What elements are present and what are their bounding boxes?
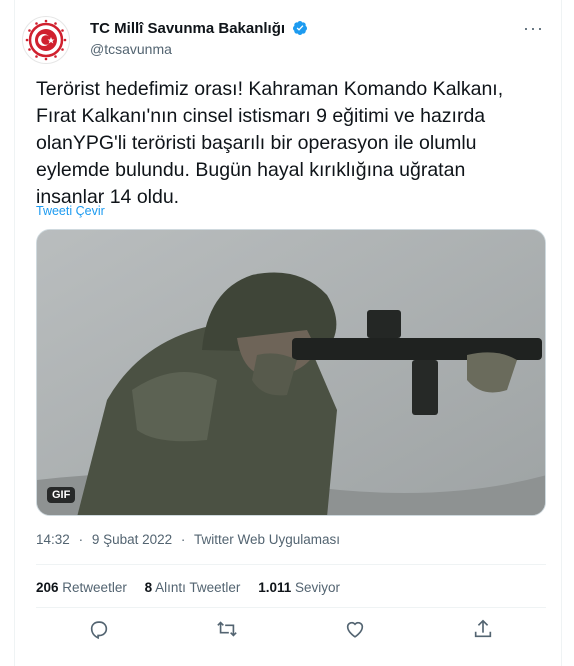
tweet-header: TC Millî Savunma Bakanlığı @tcsavunma ··… [22, 14, 552, 64]
likes-stat[interactable]: 1.011 Seviyor [258, 580, 340, 595]
tweet-source[interactable]: Twitter Web Uygulaması [194, 532, 340, 547]
tweet-time[interactable]: 14:32 [36, 532, 70, 547]
tweet-date[interactable]: 9 Şubat 2022 [92, 532, 172, 547]
separator: · [78, 532, 84, 547]
soldier-gif-image [37, 230, 545, 515]
tweet-media-gif[interactable]: GIF [36, 229, 546, 516]
divider [36, 607, 546, 608]
gif-badge: GIF [47, 487, 76, 503]
divider [36, 564, 546, 565]
verified-badge-icon [293, 21, 308, 35]
separator: · [180, 532, 186, 547]
turkish-mod-emblem-icon [25, 19, 67, 61]
translate-tweet-link[interactable]: Tweeti Çevir [36, 204, 105, 218]
tweet-text: Terörist hedefimiz orası! Kahraman Koman… [36, 78, 504, 208]
like-icon[interactable] [344, 618, 370, 644]
tweet-timestamp: 14:32 · 9 Şubat 2022 · Twitter Web Uygul… [36, 532, 340, 547]
retweet-icon[interactable] [216, 618, 242, 644]
tweet-stats: 206 Retweetler 8 Alıntı Tweetler 1.011 S… [36, 580, 354, 595]
retweets-stat[interactable]: 206 Retweetler [36, 580, 127, 595]
reply-icon[interactable] [88, 618, 114, 644]
quotes-stat[interactable]: 8 Alıntı Tweetler [145, 580, 241, 595]
more-options-icon[interactable]: ··· [523, 18, 544, 39]
share-icon[interactable] [472, 618, 498, 644]
display-name[interactable]: TC Millî Savunma Bakanlığı [90, 20, 308, 37]
avatar[interactable] [22, 16, 70, 64]
account-handle[interactable]: @tcsavunma [90, 41, 172, 57]
tweet-actions [36, 616, 546, 648]
